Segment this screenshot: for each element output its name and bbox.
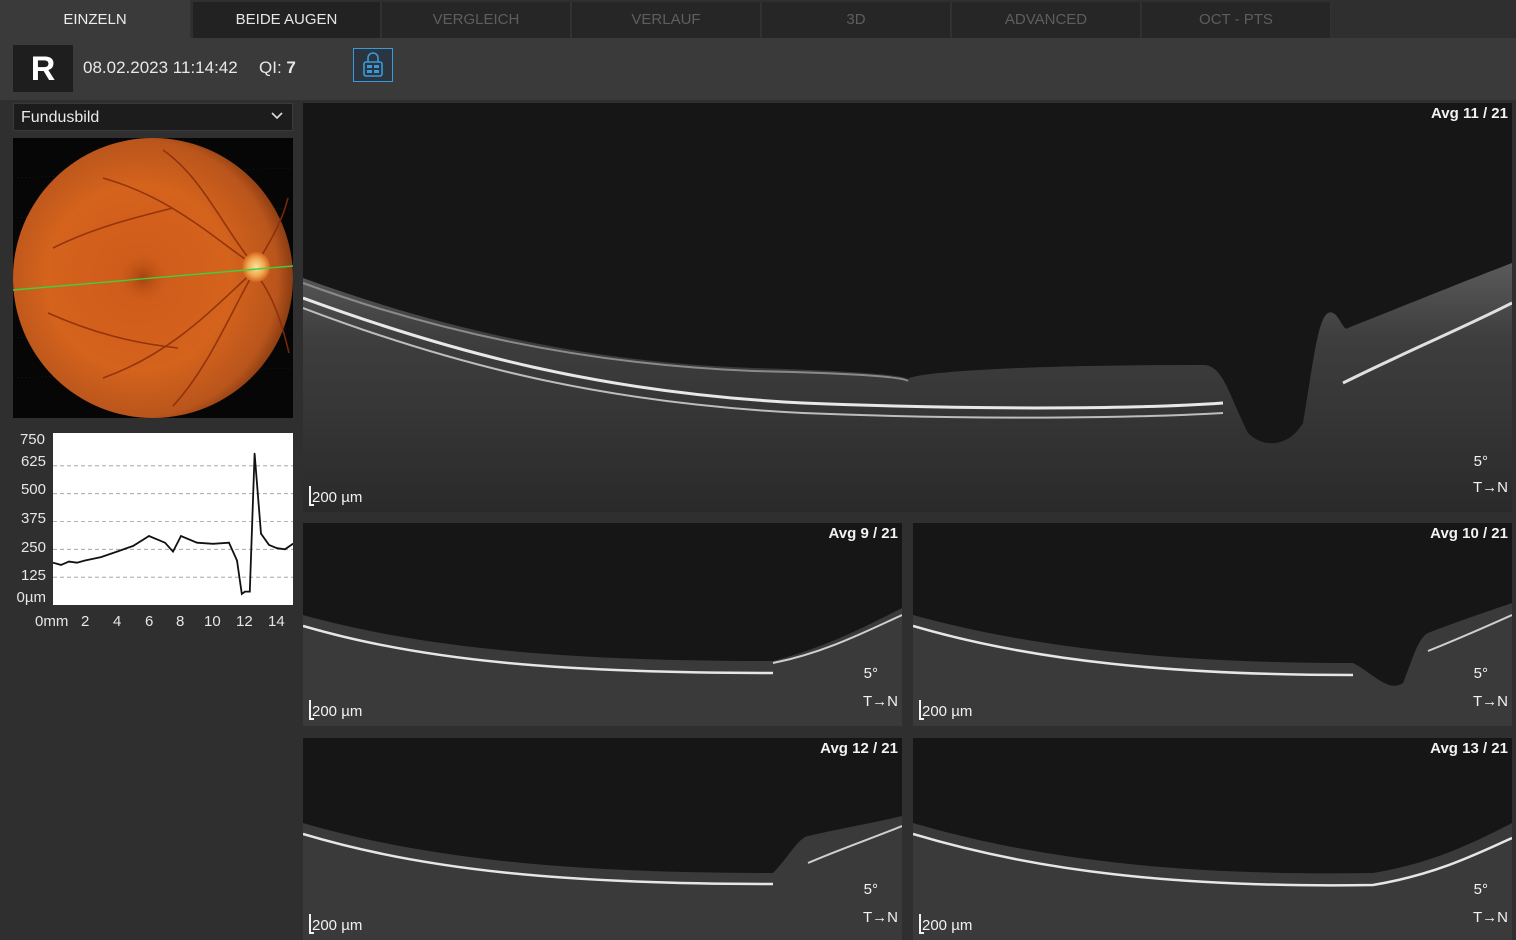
y-tick-label: 750 [19, 431, 45, 448]
thickness-data-point [212, 542, 214, 545]
x-tick-label: 10 [204, 613, 221, 630]
scan-average-label: Avg 11 / 21 [1431, 105, 1508, 122]
thickness-data-point [84, 559, 86, 562]
qi-value: 7 [286, 58, 296, 77]
x-tick-label: 14 [268, 613, 285, 630]
fundus-image[interactable] [13, 138, 293, 418]
qi-label: QI: [259, 58, 282, 77]
scale-label: 200 µm [312, 703, 363, 720]
x-tick-label: 12 [236, 613, 253, 630]
thickness-data-point [132, 545, 134, 547]
scale-bar: 200 µm [919, 700, 972, 720]
thickness-data-point [244, 590, 246, 593]
scan-angle-label: 5° [1473, 881, 1488, 898]
scan-direction-label: T→N [1473, 909, 1508, 926]
thickness-data-point [241, 593, 243, 595]
exam-datetime: 08.02.2023 11:14:42 [83, 58, 238, 77]
eye-badge: R [13, 45, 73, 92]
scan-angle-label: 5° [1473, 453, 1488, 470]
y-tick-label: 500 [20, 481, 46, 498]
x-tick-label: 2 [81, 613, 90, 630]
tab-beide-augen[interactable]: BEIDE AUGEN [193, 2, 381, 38]
quality-index: QI: 7 [259, 58, 296, 78]
y-tick-label: 250 [20, 539, 46, 556]
thickness-data-point [253, 452, 256, 455]
oct-scan-tile[interactable]: Avg 9 / 21 5° T→N 200 µm [303, 523, 902, 726]
scan-direction-label: T→N [863, 909, 898, 926]
lock-button[interactable] [353, 48, 393, 82]
scale-label: 200 µm [312, 917, 363, 934]
y-tick-label: 125 [20, 567, 46, 584]
y-tick-label: 375 [20, 510, 46, 527]
scan-average-label: Avg 10 / 21 [1430, 525, 1508, 542]
scale-label: 200 µm [922, 917, 973, 934]
scan-angle-label: 5° [863, 881, 878, 898]
oct-scan-tile[interactable]: Avg 10 / 21 5° T→N 200 µm [913, 523, 1512, 726]
thickness-data-point [268, 544, 270, 546]
thickness-data-point [180, 535, 182, 537]
scale-bar: 200 µm [309, 914, 362, 934]
thickness-data-point [60, 564, 62, 566]
scan-average-label: Avg 9 / 21 [828, 525, 898, 542]
view-select-value: Fundusbild [21, 109, 100, 126]
tab-oct-pts[interactable]: OCT - PTS [1142, 2, 1331, 38]
scan-direction-label: T→N [1473, 693, 1508, 710]
thickness-data-point [260, 532, 262, 535]
x-tick-label: 6 [145, 613, 154, 630]
thickness-data-point [164, 541, 166, 544]
scale-bar: 200 µm [309, 486, 362, 506]
thickness-data-point [228, 541, 230, 544]
thickness-data-point [276, 547, 278, 550]
scan-average-label: Avg 12 / 21 [820, 740, 898, 757]
scan-angle-label: 5° [863, 665, 878, 682]
scan-direction-label: T→N [1473, 479, 1508, 496]
scale-label: 200 µm [922, 703, 973, 720]
y-tick-label: 625 [20, 453, 46, 470]
x-tick-label: 8 [176, 613, 185, 630]
x-tick-label: 4 [113, 613, 122, 630]
scale-bar: 200 µm [309, 700, 362, 720]
thickness-data-point [249, 590, 251, 593]
thickness-series-line [52, 453, 294, 596]
thickness-data-point [172, 550, 174, 553]
thickness-data-point [196, 541, 198, 544]
thickness-data-point [116, 550, 118, 553]
chevron-down-icon [271, 112, 283, 120]
thickness-data-point [100, 556, 102, 558]
tab-vergleich[interactable]: VERGLEICH [382, 2, 571, 38]
y-tick-label: 0µm [16, 589, 46, 606]
tab-verlauf[interactable]: VERLAUF [572, 2, 761, 38]
oct-scan-main[interactable]: Avg 11 / 21 5° T→N 200 µm [303, 103, 1512, 512]
thickness-data-point [148, 535, 150, 537]
view-select[interactable]: Fundusbild [13, 103, 293, 131]
tab-advanced[interactable]: ADVANCED [952, 2, 1141, 38]
lock-grid-icon [363, 52, 383, 77]
scale-label: 200 µm [312, 489, 363, 506]
thickness-data-point [236, 559, 238, 562]
oct-scan-tile[interactable]: Avg 13 / 21 5° T→N 200 µm [913, 738, 1512, 940]
scan-average-label: Avg 13 / 21 [1430, 740, 1508, 757]
tab-bar: EINZELN BEIDE AUGEN VERGLEICH VERLAUF 3D… [0, 0, 1516, 38]
x-tick-label: 0mm [35, 613, 69, 630]
oct-scan-tile[interactable]: Avg 12 / 21 5° T→N 200 µm [303, 738, 902, 940]
scale-bar: 200 µm [919, 914, 972, 934]
scan-angle-label: 5° [1473, 665, 1488, 682]
tab-3d[interactable]: 3D [762, 2, 951, 38]
tab-einzeln[interactable]: EINZELN [0, 0, 191, 38]
thickness-data-point [284, 548, 286, 551]
thickness-data-point [68, 560, 70, 563]
scan-direction-label: T→N [863, 693, 898, 710]
thickness-data-point [76, 561, 78, 564]
thickness-plot-area [52, 433, 294, 605]
